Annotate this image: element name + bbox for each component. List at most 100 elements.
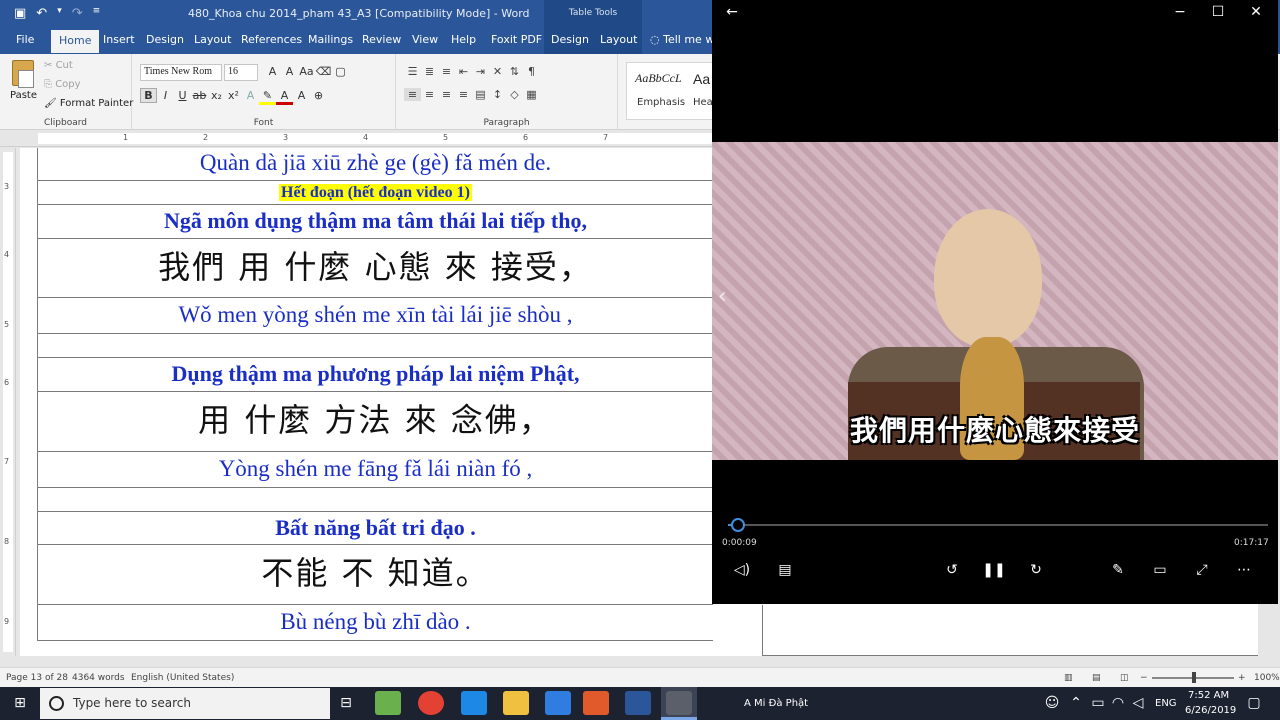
copy-button[interactable]: ⎘ Copy (44, 79, 81, 90)
show-marks-icon[interactable]: ¶ (523, 65, 540, 78)
customize-qat-icon[interactable]: ≡ (93, 6, 101, 21)
center-icon[interactable]: ≡ (421, 88, 438, 101)
table-row[interactable]: Hết đoạn (hết đoạn video 1) (37, 181, 713, 205)
tab-references[interactable]: References (241, 33, 302, 46)
store-icon[interactable] (545, 691, 571, 715)
edit-pencil-icon[interactable]: ✎ (1106, 562, 1130, 582)
volume-icon[interactable]: ◁ (1126, 692, 1150, 714)
table-row[interactable]: Ngã môn dụng thậm ma tâm thái lai tiếp t… (37, 205, 713, 239)
zoom-level[interactable]: 100% (1254, 673, 1280, 683)
previous-chevron-icon[interactable]: ‹ (718, 284, 727, 309)
taskbar-search-box[interactable]: Type here to search (40, 688, 330, 719)
tab-file[interactable]: File (16, 33, 34, 46)
volume-control-icon[interactable]: ◁) (730, 562, 754, 582)
table-row[interactable]: Dụng thậm ma phương pháp lai niệm Phật, (37, 358, 713, 392)
show-hidden-icons-icon[interactable]: ⌃ (1064, 692, 1088, 714)
back-arrow-icon[interactable]: ← (722, 4, 742, 22)
tell-me-search[interactable]: ◌ Tell me w (650, 33, 714, 46)
tab-design[interactable]: Design (146, 33, 184, 46)
tab-foxit-pdf[interactable]: Foxit PDF (491, 33, 542, 46)
minimize-icon[interactable]: − (1170, 4, 1190, 22)
shrink-font-icon[interactable]: A (281, 65, 298, 78)
subtitles-icon[interactable]: ▤ (773, 562, 797, 582)
windows-start-icon[interactable]: ⊞ (8, 692, 32, 714)
seek-bar[interactable] (728, 524, 1268, 526)
char-border-icon[interactable]: ▢ (332, 65, 349, 78)
word-count[interactable]: 4364 words (72, 673, 125, 683)
skip-forward-30-icon[interactable]: ↻ (1024, 562, 1048, 582)
table-row[interactable]: 我們 用 什麼 心態 來 接受， (37, 239, 713, 298)
chrome-icon[interactable] (418, 691, 444, 715)
paste-icon[interactable] (12, 60, 34, 88)
table-row[interactable]: 用 什麼 方法 來 念佛， (37, 392, 713, 452)
italic-icon[interactable]: I (157, 89, 174, 102)
tab-review[interactable]: Review (362, 33, 401, 46)
grow-font-icon[interactable]: A (264, 65, 281, 78)
decrease-indent-icon[interactable]: ⇤ (455, 65, 472, 78)
read-mode-icon[interactable]: ▥ (1064, 673, 1073, 683)
table-row[interactable]: Quàn dà jiā xiū zhè ge (gè) fǎ mén de. (37, 148, 713, 181)
tab-help[interactable]: Help (451, 33, 476, 46)
maximize-icon[interactable]: ☐ (1208, 4, 1228, 22)
mini-view-icon[interactable]: ▭ (1148, 562, 1172, 582)
bold-icon[interactable]: B (140, 88, 157, 103)
web-layout-icon[interactable]: ◫ (1120, 673, 1129, 683)
redo-icon[interactable]: ↷ (72, 6, 83, 21)
table-row[interactable]: Bất năng bất tri đạo . (37, 512, 713, 545)
edge-icon[interactable] (461, 691, 487, 715)
vertical-ruler[interactable]: 3 4 5 6 7 8 9 (0, 148, 16, 656)
line-spacing-icon[interactable]: ↕ (489, 88, 506, 101)
more-options-icon[interactable]: ⋯ (1232, 562, 1256, 582)
bullets-icon[interactable]: ☰ (404, 65, 421, 78)
taskbar-window-title[interactable]: A Mi Đà Phật (744, 698, 808, 709)
distributed-icon[interactable]: ▤ (472, 88, 489, 101)
justify-icon[interactable]: ≡ (455, 88, 472, 101)
tab-mailings[interactable]: Mailings (308, 33, 353, 46)
input-language[interactable]: ENG (1155, 698, 1177, 709)
format-painter-button[interactable]: 🖌 Format Painter (44, 98, 133, 109)
borders-icon[interactable]: ▦ (523, 88, 540, 101)
asian-layout-icon[interactable]: ✕ (489, 65, 506, 78)
font-size-box[interactable]: 16 (224, 64, 258, 81)
zoom-in-icon[interactable]: + (1238, 673, 1246, 683)
superscript-icon[interactable]: x² (225, 89, 242, 102)
align-right-icon[interactable]: ≡ (438, 88, 455, 101)
enclose-char-icon[interactable]: ⊕ (310, 89, 327, 102)
cut-button[interactable]: ✂ Cut (44, 60, 73, 71)
styles-gallery[interactable]: AaBbCcL Emphasis Aa Hea (626, 62, 716, 120)
table-row[interactable]: Yòng shén me fāng fǎ lái niàn fó , (37, 452, 713, 488)
tab-view[interactable]: View (412, 33, 438, 46)
skip-back-10-icon[interactable]: ↺ (940, 562, 964, 582)
dropdown-icon[interactable]: ▾ (57, 6, 62, 21)
action-center-icon[interactable]: ▢ (1242, 692, 1266, 714)
pause-icon[interactable]: ❚❚ (982, 562, 1006, 582)
clock-date[interactable]: 6/26/2019 (1185, 705, 1236, 716)
change-case-icon[interactable]: Aa (298, 65, 315, 78)
strikethrough-icon[interactable]: ab (191, 89, 208, 102)
zoom-out-icon[interactable]: − (1140, 673, 1148, 683)
sort-icon[interactable]: ⇅ (506, 65, 523, 78)
people-icon[interactable]: ☺ (1040, 692, 1064, 714)
table-row[interactable] (37, 334, 713, 358)
table-row[interactable]: 不能 不 知道。 (37, 545, 713, 605)
increase-indent-icon[interactable]: ⇥ (472, 65, 489, 78)
underline-icon[interactable]: U (174, 89, 191, 102)
clear-format-icon[interactable]: ⌫ (315, 65, 332, 78)
tab-table-design[interactable]: Design (551, 33, 589, 46)
video-frame[interactable]: 我們用什麼心態來接受 ‹ (712, 142, 1278, 460)
align-left-icon[interactable]: ≡ (404, 88, 421, 101)
undo-icon[interactable]: ↶ (36, 6, 47, 21)
shading-icon[interactable]: ◇ (506, 88, 523, 101)
highlight-color-icon[interactable]: ✎ (259, 89, 276, 105)
text-effects-icon[interactable]: A (242, 89, 259, 102)
file-explorer-icon[interactable] (503, 691, 529, 715)
paste-button[interactable]: Paste (10, 90, 37, 101)
table-row[interactable] (37, 488, 713, 512)
char-shading-icon[interactable]: A (293, 89, 310, 102)
close-icon[interactable]: ✕ (1246, 4, 1266, 22)
table-row[interactable]: Bù néng bù zhī dào . (37, 605, 713, 641)
font-name-box[interactable]: Times New Rom (140, 64, 222, 81)
checkmark-app-icon[interactable] (375, 691, 401, 715)
zoom-slider-thumb[interactable] (1192, 672, 1196, 683)
task-view-icon[interactable]: ⊟ (334, 692, 358, 714)
